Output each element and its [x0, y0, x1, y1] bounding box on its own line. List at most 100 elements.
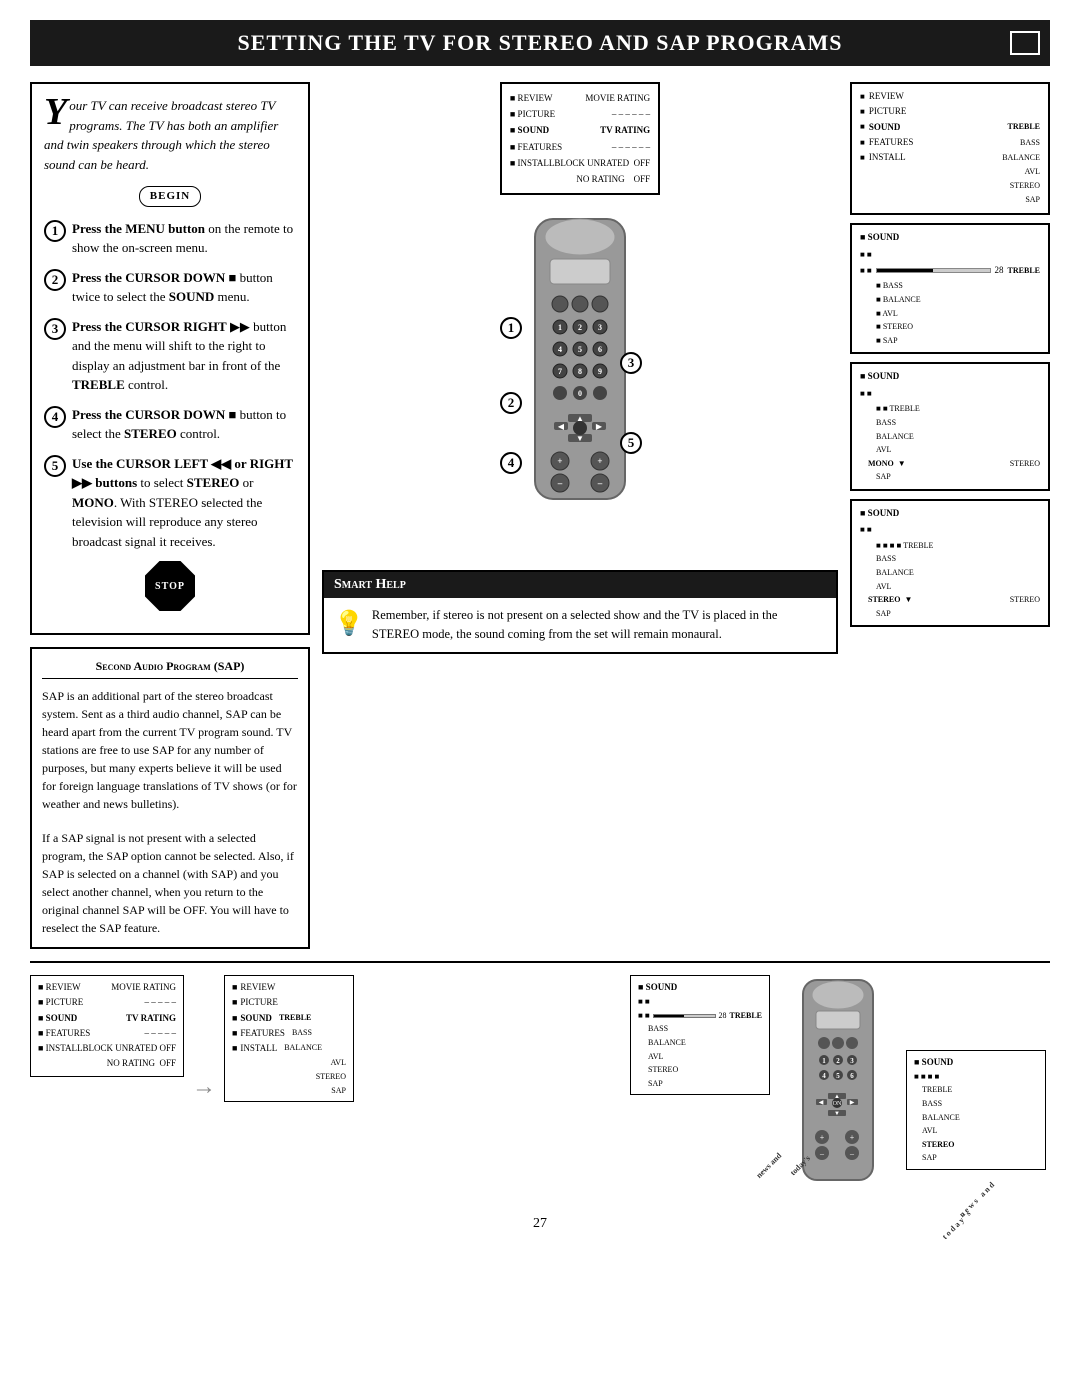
svg-text:+: +	[557, 456, 562, 466]
svg-text:5: 5	[578, 345, 582, 354]
step-1-text: Press the MENU button on the remote to s…	[72, 219, 296, 258]
step-overlay-3: 3	[620, 352, 642, 374]
step-3: 3 Press the CURSOR RIGHT ▶▶ button and t…	[44, 317, 296, 395]
svg-text:+: +	[597, 456, 602, 466]
bottom-screen-1: ■ REVIEWMOVIE RATING ■ PICTURE– – – – – …	[30, 975, 184, 1077]
page-header: Setting the TV for Stereo and SAP Progra…	[30, 20, 1050, 66]
step-2: 2 Press the CURSOR DOWN ■ button twice t…	[44, 268, 296, 307]
stop-label: STOP	[155, 579, 185, 594]
intro-text: Your TV can receive broadcast stereo TV …	[44, 96, 296, 174]
svg-text:2: 2	[836, 1057, 840, 1065]
remote-illustration: 1 2 3 4 5 6 7 8	[490, 209, 670, 549]
smart-help-box: Smart Help 💡 Remember, if stereo is not …	[322, 570, 838, 654]
step-3-num: 3	[44, 318, 66, 340]
tv-screen-main-menu: ■ REVIEWMOVIE RATING ■ PICTURE– – – – – …	[500, 82, 660, 195]
sound-menu-screen-1: ■REVIEW ■PICTURE ■SOUNDTREBLE ■FEATURESB…	[850, 82, 1050, 215]
corner-decoration	[1010, 31, 1040, 55]
svg-text:7: 7	[558, 367, 562, 376]
treble-value: 28	[995, 263, 1004, 278]
svg-text:6: 6	[850, 1072, 854, 1080]
step-overlay-5: 5	[620, 432, 642, 454]
page-number: 27	[30, 1216, 1050, 1232]
sap-box: Second Audio Program (SAP) SAP is an add…	[30, 647, 310, 949]
smart-help-header: Smart Help	[324, 572, 836, 598]
sound-stereo-screen: ■ SOUND ■ ■ ■ ■ TREBLE BASS BALANCE AVL …	[850, 362, 1050, 490]
step-2-text: Press the CURSOR DOWN ■ button twice to …	[72, 268, 296, 307]
svg-text:▶: ▶	[850, 1100, 855, 1106]
step-1-num: 1	[44, 220, 66, 242]
svg-text:+: +	[820, 1133, 825, 1142]
step-1: 1 Press the MENU button on the remote to…	[44, 219, 296, 258]
svg-text:◀: ◀	[558, 422, 565, 431]
intro-box: Your TV can receive broadcast stereo TV …	[30, 82, 310, 635]
step-4: 4 Press the CURSOR DOWN ■ button to sele…	[44, 405, 296, 444]
step-4-num: 4	[44, 406, 66, 428]
svg-text:4: 4	[822, 1072, 826, 1080]
svg-text:5: 5	[836, 1072, 840, 1080]
left-column: Your TV can receive broadcast stereo TV …	[30, 82, 310, 949]
sap-text-2: If a SAP signal is not present with a se…	[42, 829, 298, 937]
smart-help-content: 💡 Remember, if stereo is not present on …	[324, 598, 836, 652]
svg-text:8: 8	[578, 367, 582, 376]
bottom-screens-area: ■ REVIEWMOVIE RATING ■ PICTURE– – – – – …	[30, 975, 618, 1200]
right-column: ■REVIEW ■PICTURE ■SOUNDTREBLE ■FEATURESB…	[850, 82, 1050, 949]
svg-text:+: +	[850, 1133, 855, 1142]
sap-title: Second Audio Program (SAP)	[42, 659, 298, 679]
bottom-screen-2: ■REVIEW ■PICTURE ■SOUNDTREBLE ■FEATURESB…	[224, 975, 354, 1102]
main-layout: Your TV can receive broadcast stereo TV …	[30, 82, 1050, 949]
stop-icon-container: STOP	[44, 561, 296, 611]
menu-row-install: ■ INSTALLBLOCK UNRATED OFF	[510, 155, 650, 171]
svg-text:0: 0	[578, 389, 582, 398]
begin-badge: BEGIN	[139, 186, 201, 207]
svg-text:–: –	[597, 478, 603, 488]
smart-help-text: Remember, if stereo is not present on a …	[372, 606, 826, 644]
svg-text:3: 3	[598, 323, 602, 332]
smart-help-title: Smart Help	[334, 577, 406, 593]
menu-row-features: ■ FEATURES– – – – – –	[510, 139, 650, 155]
svg-text:6: 6	[598, 345, 602, 354]
step-5-text: Use the CURSOR LEFT ◀◀ or RIGHT ▶▶ butto…	[72, 454, 296, 552]
step-5-num: 5	[44, 455, 66, 477]
svg-text:3: 3	[850, 1057, 854, 1065]
page: Setting the TV for Stereo and SAP Progra…	[0, 0, 1080, 1397]
step-3-text: Press the CURSOR RIGHT ▶▶ button and the…	[72, 317, 296, 395]
drop-cap: Y	[44, 96, 67, 128]
svg-text:ON: ON	[833, 1101, 842, 1107]
step-overlay-1: 1	[500, 317, 522, 339]
menu-row-sound: ■ SOUNDTV RATING	[510, 122, 650, 138]
svg-text:4: 4	[558, 345, 562, 354]
menu-row-review: ■ REVIEWMOVIE RATING	[510, 90, 650, 106]
svg-text:▼: ▼	[834, 1111, 840, 1117]
steps-list: 1 Press the MENU button on the remote to…	[44, 219, 296, 552]
sound-treble-screen: ■ SOUND ■ ■ ■ ■ 28 TREBLE ■ BASS ■ BALAN…	[850, 223, 1050, 354]
remote-area: 1 2 3 4 5 6 7 8	[490, 209, 670, 554]
intro-body: our TV can receive broadcast stereo TV p…	[44, 98, 278, 172]
lightbulb-icon: 💡	[334, 606, 364, 642]
svg-text:▼: ▼	[576, 434, 584, 443]
step-overlay-2: 2	[500, 392, 522, 414]
bottom-treble-screen: ■ SOUND ■ ■ ■ ■ 28 TREBLE BASS BALANCE A…	[630, 975, 770, 1095]
menu-row-picture: ■ PICTURE– – – – – –	[510, 106, 650, 122]
sound-final-screen: ■ SOUND ■ ■ ■ ■ ■ ■ TREBLE BASS BALANCE …	[850, 499, 1050, 627]
center-column: ■ REVIEWMOVIE RATING ■ PICTURE– – – – – …	[322, 82, 838, 949]
step-4-text: Press the CURSOR DOWN ■ button to select…	[72, 405, 296, 444]
step-2-num: 2	[44, 269, 66, 291]
bottom-remote-wrapper: 1 2 3 4 5 6 ▲ ▼ ◀	[778, 975, 898, 1200]
svg-text:◀: ◀	[819, 1100, 824, 1106]
svg-text:2: 2	[578, 323, 582, 332]
svg-text:1: 1	[558, 323, 562, 332]
arrow-right: →	[192, 1074, 216, 1101]
bottom-right-screens: ■ SOUND ■ ■ ■ ■ TREBLE BASS BALANCE AVL …	[906, 1050, 1046, 1200]
step-overlay-4: 4	[500, 452, 522, 474]
section-divider	[30, 961, 1050, 963]
menu-row-norating: NO RATING OFF	[510, 171, 650, 187]
page-title: Setting the TV for Stereo and SAP Progra…	[238, 30, 843, 56]
svg-text:9: 9	[598, 367, 602, 376]
svg-text:▶: ▶	[596, 422, 603, 431]
bottom-remote-section: ■ SOUND ■ ■ ■ ■ 28 TREBLE BASS BALANCE A…	[630, 975, 1050, 1200]
svg-text:1: 1	[822, 1057, 826, 1065]
bottom-section: ■ REVIEWMOVIE RATING ■ PICTURE– – – – – …	[30, 975, 1050, 1200]
svg-text:–: –	[557, 478, 563, 488]
step-5: 5 Use the CURSOR LEFT ◀◀ or RIGHT ▶▶ but…	[44, 454, 296, 552]
sap-text-1: SAP is an additional part of the stereo …	[42, 687, 298, 813]
